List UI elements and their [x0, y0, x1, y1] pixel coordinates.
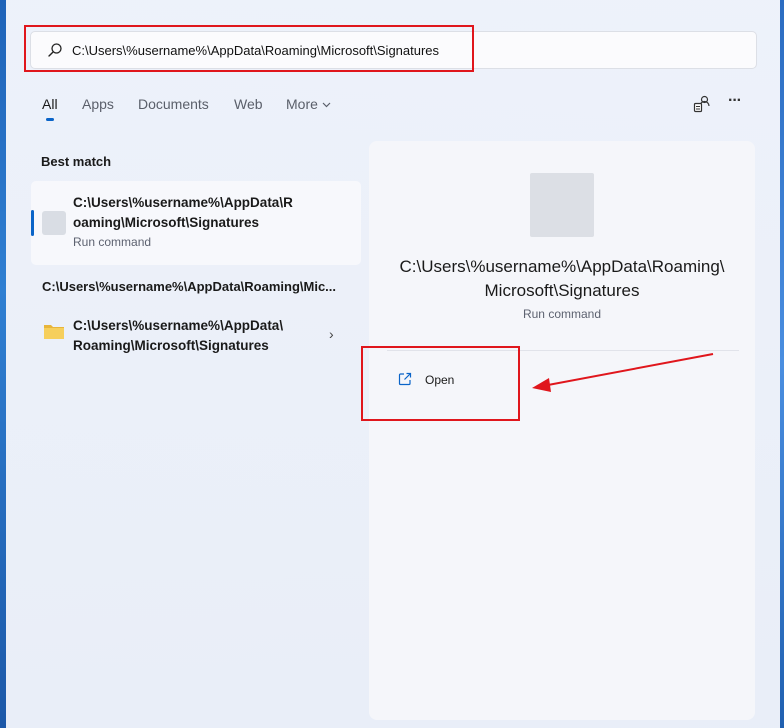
divider [387, 350, 739, 351]
open-external-icon [398, 372, 412, 386]
preview-subtitle: Run command [522, 307, 602, 321]
folder-result-title: C:\Users\%username%\AppData\ Roaming\Mic… [73, 316, 283, 356]
best-match-title: C:\Users\%username%\AppData\R oaming\Mic… [73, 193, 293, 233]
desktop-wallpaper-right [780, 0, 784, 728]
folder-section-heading: C:\Users\%username%\AppData\Roaming\Mic.… [42, 279, 337, 294]
selection-indicator [31, 210, 34, 236]
tab-apps[interactable]: Apps [82, 96, 114, 112]
preview-pane: C:\Users\%username%\AppData\Roaming\ Mic… [369, 141, 755, 720]
best-match-heading: Best match [41, 154, 112, 169]
preview-title-line2: Microsoft\Signatures [484, 281, 640, 300]
preview-app-icon [530, 173, 594, 237]
tab-more[interactable]: More [286, 96, 331, 112]
tab-web[interactable]: Web [234, 96, 263, 112]
best-match-title-line2: oaming\Microsoft\Signatures [73, 215, 260, 230]
folder-result-line1: C:\Users\%username%\AppData\ [73, 318, 284, 333]
preview-title-line1: C:\Users\%username%\AppData\Roaming\ [399, 257, 725, 276]
tab-all[interactable]: All [42, 96, 58, 112]
best-match-title-line1: C:\Users\%username%\AppData\R [73, 195, 293, 210]
open-label: Open [425, 373, 455, 387]
search-box[interactable]: C:\Users\%username%\AppData\Roaming\Micr… [30, 31, 757, 69]
best-match-result[interactable]: C:\Users\%username%\AppData\R oaming\Mic… [31, 181, 361, 265]
more-options-icon[interactable]: ··· [728, 92, 748, 112]
account-switch-icon[interactable] [692, 94, 712, 114]
folder-icon [44, 325, 64, 339]
active-tab-indicator [46, 118, 54, 121]
chevron-right-icon[interactable]: › [329, 326, 334, 342]
tab-documents[interactable]: Documents [138, 96, 209, 112]
search-input[interactable]: C:\Users\%username%\AppData\Roaming\Micr… [72, 43, 439, 58]
run-command-icon [42, 211, 66, 235]
open-button[interactable]: Open [389, 365, 529, 395]
preview-title: C:\Users\%username%\AppData\Roaming\ Mic… [369, 255, 755, 303]
chevron-down-icon [322, 102, 331, 108]
folder-result-line2: Roaming\Microsoft\Signatures [73, 338, 269, 353]
tab-more-label: More [286, 96, 318, 112]
best-match-subtitle: Run command [73, 235, 152, 249]
folder-result-item[interactable]: C:\Users\%username%\AppData\ Roaming\Mic… [31, 310, 361, 362]
search-icon [48, 43, 62, 57]
